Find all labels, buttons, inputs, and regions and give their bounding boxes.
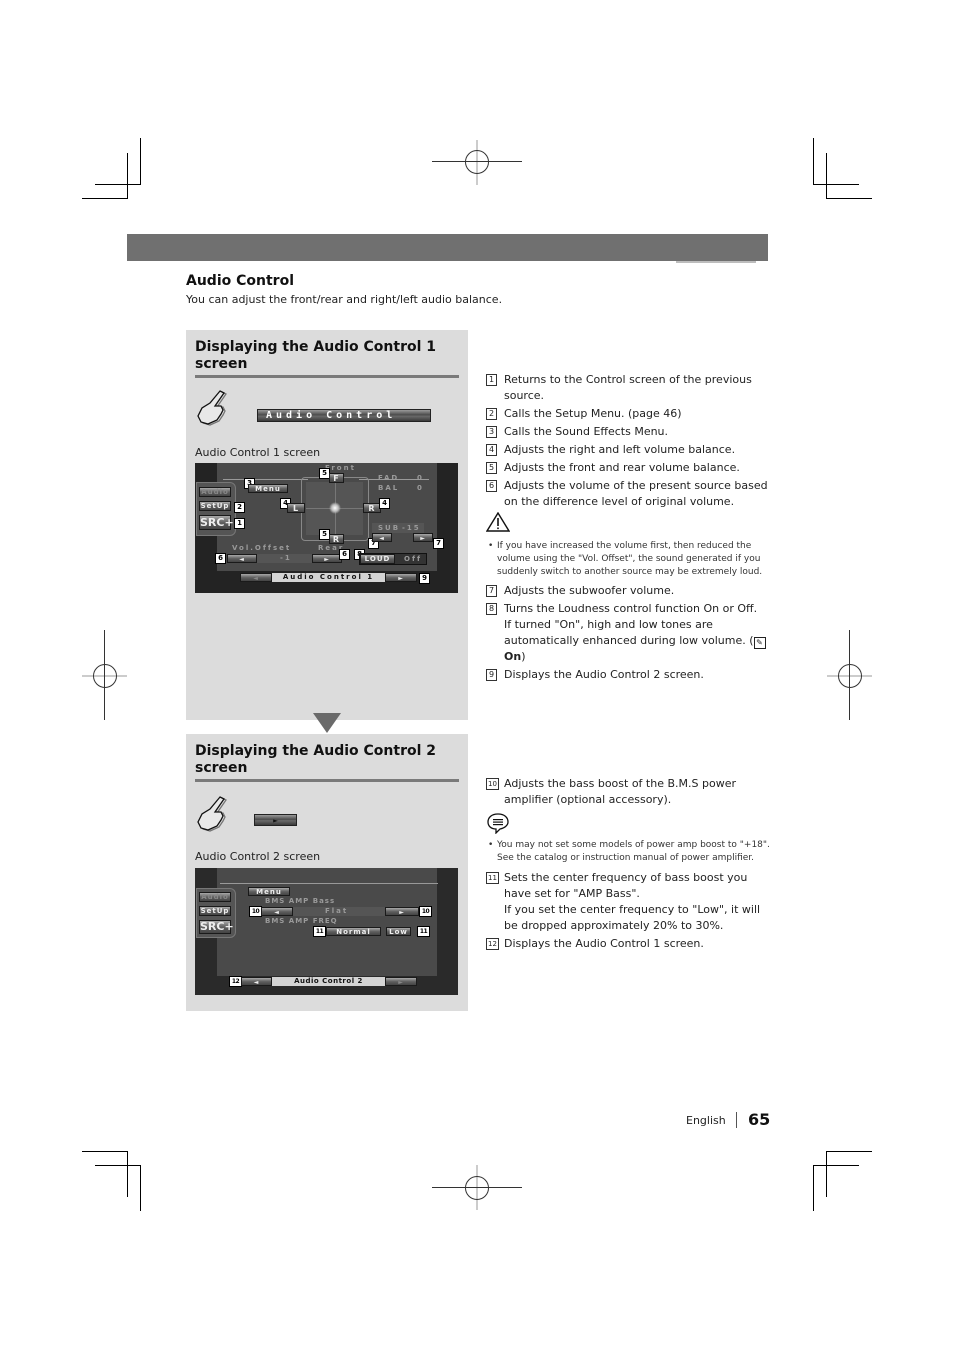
page-number: 65 bbox=[748, 1110, 771, 1129]
screen2-next-button[interactable]: ► bbox=[385, 977, 417, 986]
screen1-prev-button[interactable]: ◄ bbox=[240, 573, 272, 582]
bms-bass-label: BMS AMP Bass bbox=[265, 897, 336, 905]
marker-2: 2 bbox=[234, 502, 245, 513]
marker-11-right: 11 bbox=[417, 926, 430, 937]
tip-note: • You may not set some models of power am… bbox=[488, 840, 770, 863]
list-item: 6 Adjusts the volume of the present sourc… bbox=[486, 478, 771, 510]
screen1-next-button[interactable]: ► bbox=[385, 573, 417, 582]
marker-1: 1 bbox=[234, 518, 245, 529]
panel2-title: Displaying the Audio Control 2 screen bbox=[195, 743, 437, 776]
marker-4-right: 4 bbox=[379, 498, 390, 509]
fad-value: 0 bbox=[417, 474, 424, 482]
chapter-header-bar bbox=[127, 234, 768, 261]
freq-low-button[interactable]: Low bbox=[386, 927, 411, 936]
list-item: 4 Adjusts the right and left volume balan… bbox=[486, 442, 771, 458]
header-tab-accent bbox=[676, 261, 756, 263]
bms-freq-label: BMS AMP FREQ bbox=[265, 917, 338, 925]
list-item: 2 Calls the Setup Menu. (page 46) bbox=[486, 406, 771, 422]
loud-value: Off bbox=[404, 555, 423, 563]
list-item: 8 Turns the Loudness control function On … bbox=[486, 601, 771, 665]
bal-label: BAL bbox=[378, 484, 400, 492]
audio-control-2-screen: Audio SetUp SRC+ Menu BMS AMP Bass 10 ◄ … bbox=[195, 868, 458, 995]
panel2-caption: Audio Control 2 screen bbox=[195, 850, 321, 863]
fad-label: FAD bbox=[378, 474, 400, 482]
bms-bass-value: Flat bbox=[325, 907, 349, 915]
audio-control-button[interactable]: Audio Control bbox=[257, 409, 431, 422]
list-item: 10 Adjusts the bass boost of the B.M.S po… bbox=[486, 776, 771, 808]
screen1-setup-button[interactable]: SetUp bbox=[199, 501, 231, 511]
pencil-icon: ✎ bbox=[753, 637, 766, 649]
screen2-audio-tab[interactable]: Audio bbox=[199, 892, 231, 902]
section-description: You can adjust the front/rear and right/… bbox=[186, 293, 503, 306]
sub-label: SUB bbox=[378, 524, 401, 532]
vol-offset-value: -1 bbox=[280, 554, 292, 562]
bms-bass-decrease-button[interactable]: ◄ bbox=[261, 907, 293, 916]
list-item: 9 Displays the Audio Control 2 screen. bbox=[486, 667, 771, 683]
bms-bass-increase-button[interactable]: ► bbox=[385, 907, 419, 916]
panel1-title-rule bbox=[195, 375, 459, 378]
vol-offset-increase-button[interactable]: ► bbox=[312, 554, 342, 563]
flow-arrow-down-icon bbox=[313, 713, 341, 733]
touch-hand-icon bbox=[197, 796, 227, 832]
marker-6-left: 6 bbox=[215, 553, 226, 564]
panel2-title-rule bbox=[195, 779, 459, 782]
sub-increase-button[interactable]: ► bbox=[413, 533, 433, 542]
sub-decrease-button[interactable]: ◄ bbox=[372, 533, 392, 542]
audio-control-1-screen: Audio SetUp SRC+ 2 1 3 Menu Front 5 F 4 … bbox=[195, 463, 458, 593]
screen2-src-button[interactable]: SRC+ bbox=[199, 920, 234, 934]
screen1-src-button[interactable]: SRC+ bbox=[199, 515, 234, 530]
list-item: 7 Adjusts the subwoofer volume. bbox=[486, 583, 771, 599]
list-item: 5 Adjusts the front and rear volume balan… bbox=[486, 460, 771, 476]
bal-value: 0 bbox=[417, 484, 424, 492]
screen2-setup-button[interactable]: SetUp bbox=[199, 906, 231, 916]
screen2-menu-button[interactable]: Menu bbox=[248, 887, 290, 896]
warning-note: • If you have increased the volume first,… bbox=[488, 541, 763, 577]
sub-value: -15 bbox=[402, 524, 421, 532]
footer-language: English bbox=[686, 1114, 726, 1127]
screen2-title: Audio Control 2 bbox=[272, 977, 385, 986]
panel1-caption: Audio Control 1 screen bbox=[195, 446, 321, 459]
screen2-prev-button[interactable]: ◄ bbox=[241, 977, 272, 986]
marker-9: 9 bbox=[419, 573, 430, 584]
screen1-menu-button[interactable]: Menu bbox=[248, 484, 288, 493]
footer-separator bbox=[736, 1112, 737, 1128]
marker-6-right: 6 bbox=[339, 549, 350, 560]
note-speech-bubble-icon bbox=[487, 813, 509, 834]
freq-normal-button[interactable]: Normal bbox=[326, 927, 381, 936]
list-item: 11 Sets the center frequency of bass boos… bbox=[486, 870, 771, 934]
description-list-3: 10 Adjusts the bass boost of the B.M.S po… bbox=[486, 776, 771, 810]
balance-cursor-icon[interactable] bbox=[329, 502, 341, 514]
front-button[interactable]: F bbox=[329, 473, 344, 483]
screen1-audio-tab[interactable]: Audio bbox=[199, 487, 231, 497]
marker-7-right: 7 bbox=[433, 538, 444, 549]
balance-pad bbox=[301, 477, 369, 541]
list-item: 12 Displays the Audio Control 1 screen. bbox=[486, 936, 771, 952]
section-title: Audio Control bbox=[186, 273, 294, 289]
next-screen-button[interactable]: ► bbox=[254, 814, 297, 826]
left-button[interactable]: L bbox=[287, 503, 305, 513]
marker-11-left: 11 bbox=[313, 926, 326, 937]
list-item: 3 Calls the Sound Effects Menu. bbox=[486, 424, 771, 440]
list-item: 1 Returns to the Control screen of the pr… bbox=[486, 372, 771, 404]
touch-hand-icon bbox=[197, 390, 227, 426]
loud-toggle[interactable]: LOUD Off bbox=[359, 553, 427, 565]
panel1-title: Displaying the Audio Control 1 screen bbox=[195, 339, 437, 372]
description-list-1: 1 Returns to the Control screen of the pr… bbox=[486, 372, 771, 512]
description-list-2: 7 Adjusts the subwoofer volume. 8 Turns th… bbox=[486, 583, 771, 685]
loud-button[interactable]: LOUD bbox=[360, 554, 395, 564]
marker-10-right: 10 bbox=[419, 906, 432, 917]
vol-offset-label: Vol.Offset bbox=[232, 544, 292, 552]
warning-triangle-icon bbox=[486, 512, 510, 532]
rear-button[interactable]: R bbox=[329, 534, 344, 544]
vol-offset-decrease-button[interactable]: ◄ bbox=[227, 554, 257, 563]
screen1-title: Audio Control 1 bbox=[272, 573, 385, 582]
description-list-4: 11 Sets the center frequency of bass boos… bbox=[486, 870, 771, 954]
